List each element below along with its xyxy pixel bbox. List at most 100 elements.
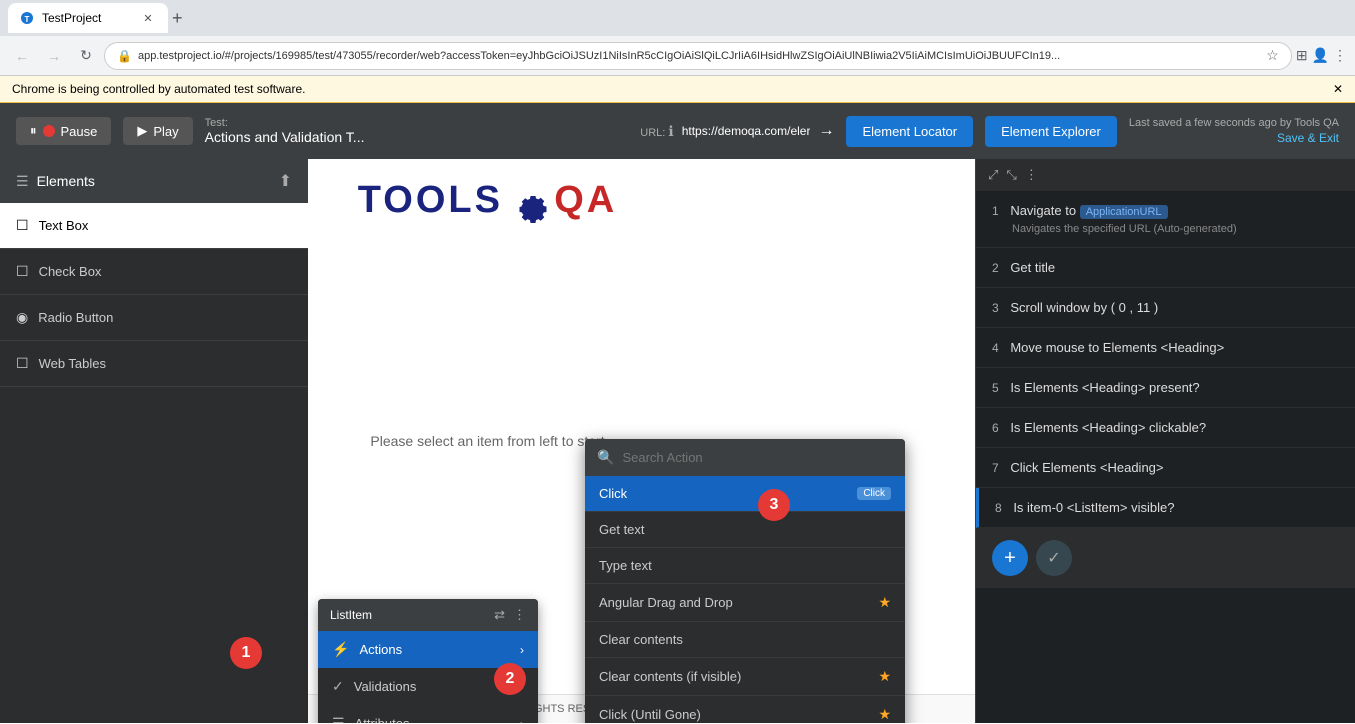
- step-item-6[interactable]: 6 Is Elements <Heading> clickable?: [976, 408, 1355, 448]
- click-tooltip-badge: Click: [857, 487, 891, 500]
- step-text-7: Click Elements <Heading>: [1010, 460, 1163, 475]
- tab-title: TestProject: [42, 11, 132, 25]
- attributes-icon: ☰: [332, 715, 345, 723]
- svg-text:T: T: [25, 15, 30, 24]
- check-button[interactable]: ✓: [1036, 540, 1072, 576]
- address-bar[interactable]: 🔒 app.testproject.io/#/projects/169985/t…: [104, 42, 1292, 70]
- test-info: Test: Actions and Validation T...: [205, 117, 629, 145]
- refresh-button[interactable]: ↻: [72, 42, 100, 70]
- page-center-message: Please select an item from left to start: [370, 433, 604, 449]
- active-tab[interactable]: T TestProject ✕: [8, 3, 168, 33]
- validations-icon: ✓: [332, 678, 344, 695]
- context-menu-title: ListItem: [330, 608, 372, 622]
- url-navigate-icon[interactable]: →: [818, 122, 834, 140]
- action-item-click[interactable]: Click Click: [585, 476, 905, 512]
- action-list: Click Click Get text Type text Angular D…: [585, 476, 905, 723]
- steps-more-icon[interactable]: ⋮: [1025, 167, 1038, 183]
- tab-close-button[interactable]: ✕: [140, 10, 156, 26]
- action-item-clear[interactable]: Clear contents: [585, 622, 905, 658]
- step-num-2: 2: [992, 261, 999, 275]
- checkbox-icon: ☐: [16, 263, 29, 280]
- step-item-3[interactable]: 3 Scroll window by ( 0 , 11 ): [976, 288, 1355, 328]
- steps-expand-icon[interactable]: ⤡: [1006, 167, 1016, 183]
- info-bar-close-icon[interactable]: ✕: [1333, 82, 1343, 96]
- info-bar-text: Chrome is being controlled by automated …: [12, 82, 305, 96]
- menu-icon[interactable]: ⋮: [1333, 47, 1347, 64]
- element-explorer-button[interactable]: Element Explorer: [985, 116, 1117, 147]
- url-label: URL: ℹ: [640, 123, 673, 140]
- action-item-clear-visible[interactable]: Clear contents (if visible) ★: [585, 658, 905, 696]
- action-item-click-until-gone[interactable]: Click (Until Gone) ★: [585, 696, 905, 723]
- element-item-textbox[interactable]: ☐ Text Box: [0, 203, 308, 249]
- step-text-6: Is Elements <Heading> clickable?: [1010, 420, 1206, 435]
- extensions-icon[interactable]: ⊞: [1296, 47, 1308, 64]
- action-item-type-text[interactable]: Type text: [585, 548, 905, 584]
- gear-icon: [507, 187, 551, 231]
- context-menu: ListItem ⇄ ⋮ ⚡ Actions ›: [318, 599, 538, 723]
- textbox-icon: ☐: [16, 217, 29, 234]
- new-tab-button[interactable]: +: [172, 8, 183, 29]
- action-item-angular-drag[interactable]: Angular Drag and Drop ★: [585, 584, 905, 622]
- context-menu-item-actions[interactable]: ⚡ Actions ›: [318, 631, 538, 668]
- element-item-webtables[interactable]: ☐ Web Tables: [0, 341, 308, 387]
- forward-button[interactable]: →: [40, 42, 68, 70]
- element-locator-button[interactable]: Element Locator: [846, 116, 973, 147]
- page-content: TOOLS QA Please select an item from left…: [0, 159, 975, 723]
- main-area: TOOLS QA Please select an item from left…: [0, 159, 1355, 723]
- logo-qa-text: QA: [554, 179, 617, 221]
- step-item-4[interactable]: 4 Move mouse to Elements <Heading>: [976, 328, 1355, 368]
- element-item-checkbox[interactable]: ☐ Check Box: [0, 249, 308, 295]
- elements-sidebar: ☰ Elements ⬆ ☐ Text Box ☐ Check Box: [0, 159, 308, 723]
- play-button[interactable]: ▶ Play: [123, 117, 192, 145]
- context-item-actions-left: ⚡ Actions: [332, 641, 402, 658]
- play-icon: ▶: [137, 123, 147, 139]
- add-step-button[interactable]: +: [992, 540, 1028, 576]
- step-item-8[interactable]: 8 Is item-0 <ListItem> visible?: [976, 488, 1355, 528]
- action-search-bar: 🔍: [585, 439, 905, 476]
- star-icon-clear-visible: ★: [878, 668, 891, 685]
- step-item-1[interactable]: 1 Navigate to ApplicationURL Navigates t…: [976, 191, 1355, 248]
- step-num-3: 3: [992, 301, 999, 315]
- context-menu-item-attributes[interactable]: ☰ Attributes ›: [318, 705, 538, 723]
- webtables-icon: ☐: [16, 355, 29, 372]
- bookmark-icon[interactable]: ☆: [1266, 47, 1279, 64]
- step-item-7[interactable]: 7 Click Elements <Heading>: [976, 448, 1355, 488]
- context-item-validations-left: ✓ Validations: [332, 678, 416, 695]
- badge-2: 2: [494, 663, 526, 695]
- action-item-get-text[interactable]: Get text: [585, 512, 905, 548]
- steps-move-icon[interactable]: ⤢: [988, 167, 998, 183]
- save-exit-link[interactable]: Save & Exit: [1129, 131, 1339, 145]
- search-icon: 🔍: [597, 449, 614, 466]
- back-button[interactable]: ←: [8, 42, 36, 70]
- element-item-radiobutton[interactable]: ◉ Radio Button: [0, 295, 308, 341]
- radiobutton-icon: ◉: [16, 309, 28, 326]
- recorder-toolbar: ⏸ Pause ▶ Play Test: Actions and Validat…: [0, 103, 1355, 159]
- chrome-info-bar: Chrome is being controlled by automated …: [0, 76, 1355, 103]
- step-item-2[interactable]: 2 Get title: [976, 248, 1355, 288]
- step-item-5[interactable]: 5 Is Elements <Heading> present?: [976, 368, 1355, 408]
- context-menu-icons: ⇄ ⋮: [494, 607, 526, 623]
- url-section: URL: ℹ https://demoqa.com/eler →: [640, 122, 834, 140]
- pause-icon: ⏸: [30, 123, 37, 139]
- star-icon-click-until-gone: ★: [878, 706, 891, 723]
- step-text-4: Move mouse to Elements <Heading>: [1010, 340, 1224, 355]
- badge-1: 1: [230, 637, 262, 669]
- action-panel: 🔍 Click Click Get text Type text: [585, 439, 905, 723]
- profile-icon[interactable]: 👤: [1312, 47, 1329, 64]
- url-text: app.testproject.io/#/projects/169985/tes…: [138, 50, 1260, 62]
- actions-icon: ⚡: [332, 641, 349, 658]
- step-text-1: Navigate to ApplicationURL: [1010, 203, 1167, 218]
- rec-indicator-icon: [43, 125, 55, 137]
- step-tag-1: ApplicationURL: [1080, 205, 1168, 219]
- tab-bar: T TestProject ✕ +: [0, 0, 1355, 36]
- upload-icon[interactable]: ⬆: [279, 171, 292, 191]
- pause-button[interactable]: ⏸ Pause: [16, 117, 111, 145]
- step-text-3: Scroll window by ( 0 , 11 ): [1010, 300, 1158, 315]
- action-search-input[interactable]: [622, 450, 893, 465]
- steps-panel: ⤢ ⤡ ⋮ 1 Navigate to ApplicationURL Navig…: [975, 159, 1355, 723]
- test-name: Actions and Validation T...: [205, 129, 629, 145]
- hamburger-icon[interactable]: ☰: [16, 173, 29, 190]
- context-share-icon[interactable]: ⇄: [494, 607, 505, 623]
- context-more-icon[interactable]: ⋮: [513, 607, 526, 623]
- step-text-5: Is Elements <Heading> present?: [1010, 380, 1199, 395]
